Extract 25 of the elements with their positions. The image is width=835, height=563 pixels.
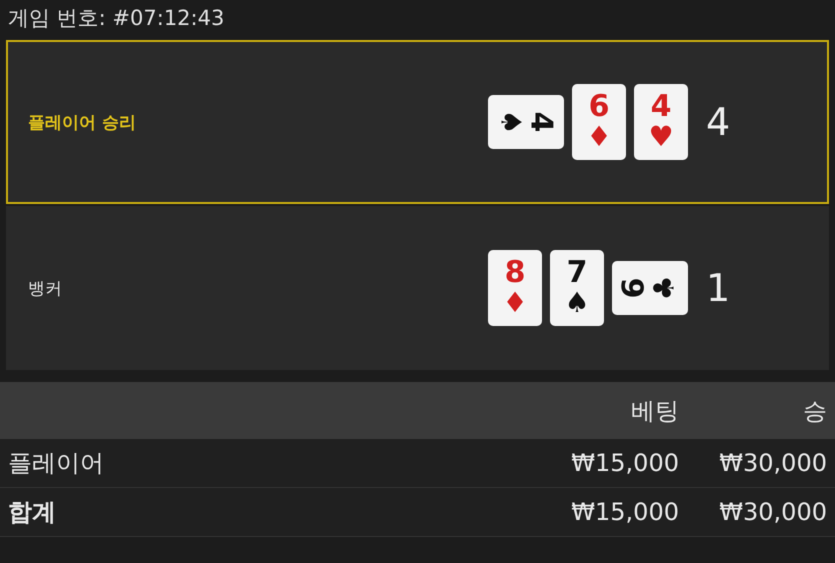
hand-total: 1	[706, 266, 730, 310]
table-cell-text: ₩15,000	[570, 498, 679, 526]
column-header: 베팅	[630, 396, 679, 426]
column-header: 승	[802, 396, 828, 426]
game-number: 게임 번호: #07:12:43	[7, 5, 226, 32]
card-rank: 7	[566, 258, 588, 288]
card-suit: ♥	[648, 122, 674, 152]
hand-label: 뱅커	[28, 278, 63, 300]
table-cell-text: 합계	[7, 497, 57, 528]
card-rank: 4	[650, 92, 672, 122]
table-cell-text: ₩15,000	[570, 449, 679, 477]
card-rank: 8	[504, 258, 526, 288]
table-cell-text: ₩30,000	[718, 449, 828, 477]
card-suit: ♦	[502, 288, 528, 318]
card-rank: 6	[588, 92, 610, 122]
table-cell-text: 플레이어	[7, 448, 105, 479]
card-suit: ♦	[586, 122, 612, 152]
card-suit: ♠	[496, 109, 526, 135]
card-suit: ♣	[650, 275, 680, 301]
hand-total: 4	[706, 100, 730, 144]
card-suit: ♠	[564, 288, 590, 318]
hand-label: 플레이어 승리	[28, 112, 137, 134]
table-cell-text: ₩30,000	[718, 498, 828, 526]
card-rank: 4	[526, 112, 556, 132]
card-rank: 6	[620, 278, 650, 298]
